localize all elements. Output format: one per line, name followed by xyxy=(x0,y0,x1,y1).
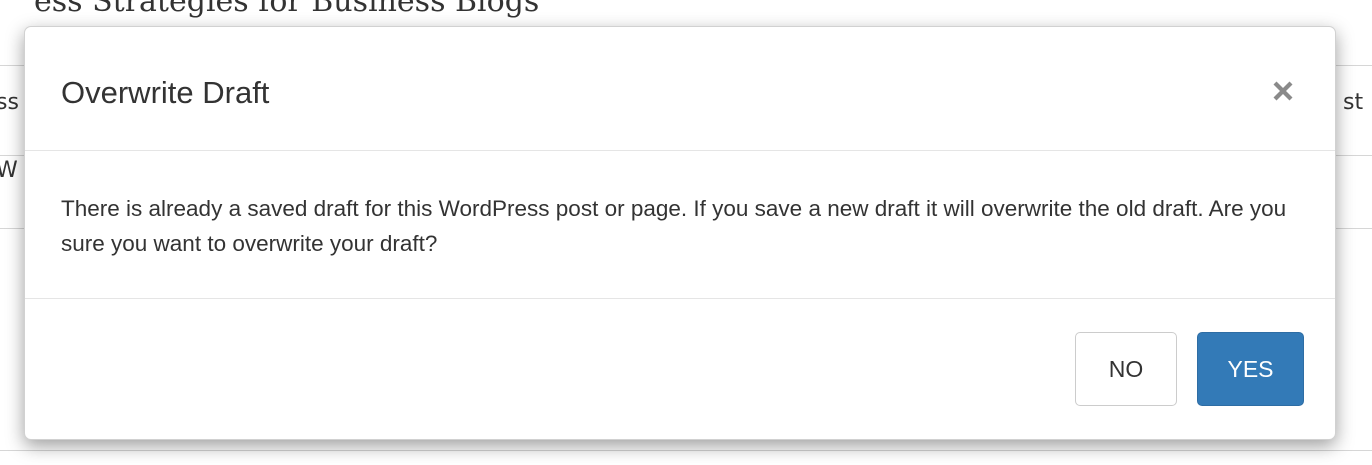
close-icon xyxy=(1273,81,1293,101)
dialog-header: Overwrite Draft xyxy=(25,27,1335,151)
no-button[interactable]: NO xyxy=(1075,332,1177,406)
close-button[interactable] xyxy=(1265,73,1301,109)
overwrite-draft-dialog: Overwrite Draft There is already a saved… xyxy=(24,26,1336,440)
background-cell-left: ss xyxy=(0,90,19,115)
dialog-title: Overwrite Draft xyxy=(61,75,270,110)
background-divider xyxy=(0,450,1372,451)
background-post-title: ess Strategies for Business Blogs xyxy=(34,0,540,19)
dialog-footer: NO YES xyxy=(25,299,1335,439)
background-cell-right: st xyxy=(1343,90,1364,115)
dialog-body: There is already a saved draft for this … xyxy=(25,151,1335,299)
background-cell-left: W xyxy=(0,158,18,183)
yes-button[interactable]: YES xyxy=(1197,332,1304,406)
dialog-message: There is already a saved draft for this … xyxy=(61,196,1287,256)
